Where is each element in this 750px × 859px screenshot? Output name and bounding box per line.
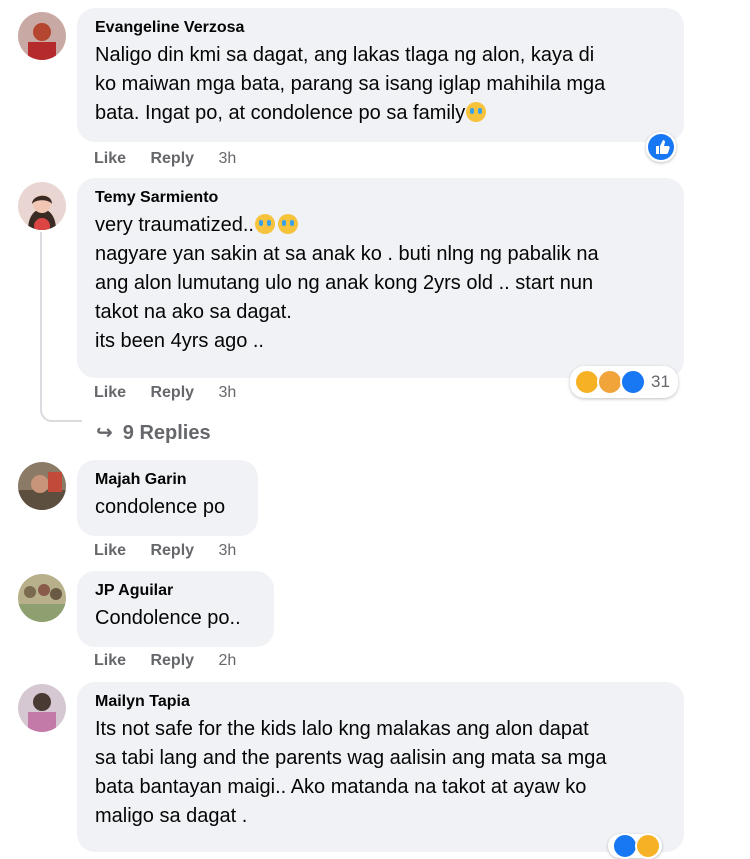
thread-connector [40, 232, 82, 422]
crying-face-emoji-icon [466, 102, 487, 122]
avatar[interactable] [18, 684, 66, 732]
reaction-summary[interactable] [608, 833, 662, 859]
comment-author[interactable]: Evangeline Verzosa [95, 18, 668, 38]
haha-reaction-icon [635, 833, 661, 859]
comment-actions: Like Reply 3h [94, 150, 256, 168]
comment-author[interactable]: Temy Sarmiento [95, 188, 668, 208]
comment-bubble: Evangeline Verzosa Naligo din kmi sa dag… [77, 8, 684, 142]
like-reaction-icon [620, 369, 646, 395]
comment-actions: Like Reply 3h [94, 384, 256, 402]
reply-arrow-icon: ↪ [96, 422, 113, 444]
like-reaction-icon [648, 134, 674, 160]
avatar[interactable] [18, 182, 66, 230]
avatar[interactable] [18, 574, 66, 622]
comment-text: Condolence po.. [95, 607, 241, 629]
timestamp[interactable]: 2h [219, 652, 237, 670]
like-button[interactable]: Like [94, 652, 126, 670]
comment-bubble: Mailyn Tapia Its not safe for the kids l… [77, 682, 684, 852]
timestamp[interactable]: 3h [219, 384, 237, 402]
comment-author[interactable]: Mailyn Tapia [95, 692, 668, 712]
like-button[interactable]: Like [94, 150, 126, 168]
comment-text: condolence po [95, 496, 226, 518]
reply-button[interactable]: Reply [150, 542, 194, 560]
view-replies-link[interactable]: ↪ 9 Replies [96, 420, 211, 445]
comment-text: Its not safe for the kids lalo kng malak… [95, 718, 607, 827]
reaction-count: 31 [651, 372, 670, 391]
comment-author[interactable]: Majah Garin [95, 470, 242, 490]
comment-bubble: Majah Garin condolence po [77, 460, 258, 536]
comment-text: very traumatized.. nagyare yan sakin at … [95, 214, 599, 352]
comment-actions: Like Reply 2h [94, 652, 256, 670]
comment-actions: Like Reply 3h [94, 542, 256, 560]
crying-face-emoji-icon [254, 214, 275, 234]
comment-bubble: Temy Sarmiento very traumatized.. nagyar… [77, 178, 684, 378]
avatar[interactable] [18, 462, 66, 510]
comment-bubble: JP Aguilar Condolence po.. [77, 571, 274, 647]
timestamp[interactable]: 3h [219, 542, 237, 560]
like-button[interactable]: Like [94, 384, 126, 402]
reply-button[interactable]: Reply [150, 384, 194, 402]
comment-text: Naligo din kmi sa dagat, ang lakas tlaga… [95, 44, 606, 124]
reply-button[interactable]: Reply [150, 652, 194, 670]
timestamp[interactable]: 3h [219, 150, 237, 168]
comment-author[interactable]: JP Aguilar [95, 581, 258, 601]
like-button[interactable]: Like [94, 542, 126, 560]
crying-face-emoji-icon [277, 214, 298, 234]
reply-button[interactable]: Reply [150, 150, 194, 168]
reaction-summary[interactable] [646, 132, 676, 162]
reaction-summary[interactable]: 31 [570, 366, 678, 398]
avatar[interactable] [18, 12, 66, 60]
